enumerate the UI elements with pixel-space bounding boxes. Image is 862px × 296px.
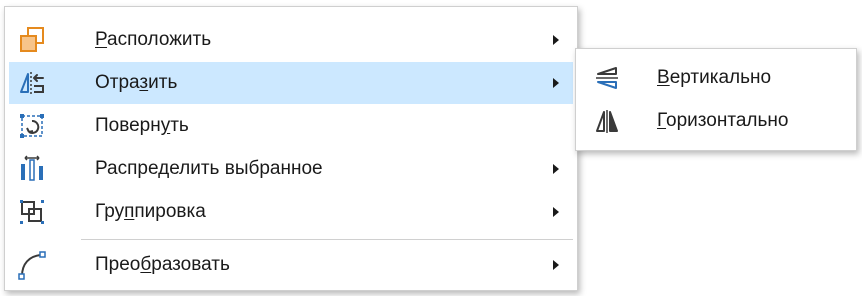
menu-item-label: Расположить	[95, 29, 212, 50]
flip-vertical-icon	[592, 63, 622, 93]
menu-item-label: Отразить	[95, 72, 178, 93]
distribute-icon	[17, 154, 47, 184]
menu-item-flip[interactable]: Отразить	[9, 62, 573, 104]
context-menu-stage: Расположить Отразить Повернуть Распредел…	[0, 0, 862, 296]
flip-icon	[17, 68, 47, 98]
menu-item-label: Группировка	[95, 201, 206, 222]
menu-item-rotate[interactable]: Повернуть	[9, 105, 573, 147]
group-icon	[17, 197, 47, 227]
submenu-item-horizontal[interactable]: Горизонтально	[580, 100, 852, 142]
menu-item-label: Вертикально	[657, 67, 772, 88]
menu-item-arrange[interactable]: Расположить	[9, 19, 573, 61]
flip-submenu: Вертикально Горизонтально	[575, 48, 857, 151]
menu-item-label: Преобразовать	[95, 254, 230, 275]
context-menu: Расположить Отразить Повернуть Распредел…	[4, 6, 578, 291]
menu-item-convert[interactable]: Преобразовать	[9, 244, 573, 286]
menu-item-group[interactable]: Группировка	[9, 191, 573, 233]
menu-item-label: Распределить выбранное	[95, 158, 323, 179]
submenu-arrow-icon	[553, 35, 559, 45]
flip-horizontal-icon	[592, 106, 622, 136]
menu-separator	[81, 239, 573, 240]
rotate-icon	[17, 111, 47, 141]
submenu-arrow-icon	[553, 207, 559, 217]
convert-icon	[17, 250, 47, 280]
submenu-item-vertical[interactable]: Вертикально	[580, 57, 852, 99]
menu-item-label: Повернуть	[95, 115, 189, 136]
menu-item-distribute[interactable]: Распределить выбранное	[9, 148, 573, 190]
arrange-icon	[17, 25, 47, 55]
submenu-arrow-icon	[553, 78, 559, 88]
submenu-arrow-icon	[553, 260, 559, 270]
submenu-arrow-icon	[553, 164, 559, 174]
menu-item-label: Горизонтально	[657, 110, 789, 131]
